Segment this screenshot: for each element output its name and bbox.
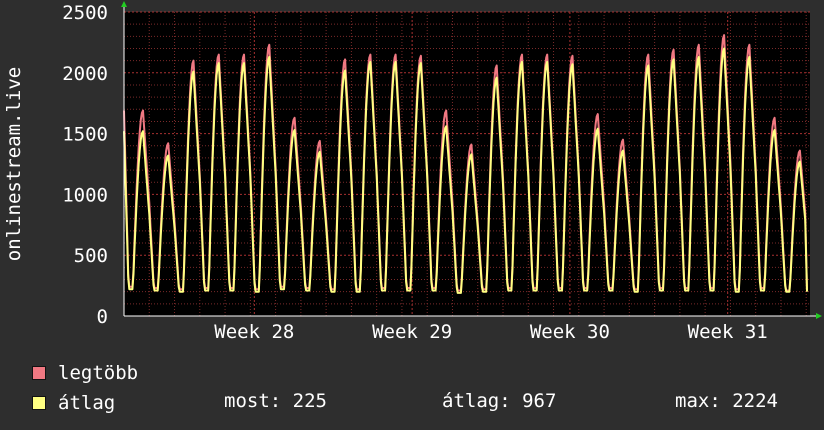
atlag-swatch [32, 396, 46, 410]
y-tick-label: 1500 [62, 124, 108, 146]
y-axis-label: onlinestream.live [3, 67, 25, 261]
y-tick-labels: 0 500 1000 1500 2000 2500 [62, 2, 108, 328]
legtobb-swatch [32, 366, 46, 380]
x-tick-label: Week 31 [688, 321, 768, 343]
legend-item-legtobb: legtöbb [32, 362, 138, 384]
x-tick-labels: Week 28 Week 29 Week 30 Week 31 [214, 321, 767, 343]
x-tick-label: Week 28 [214, 321, 294, 343]
stat-max: max: 2224 [675, 390, 778, 412]
x-tick-label: Week 29 [372, 321, 452, 343]
y-tick-label: 1000 [62, 184, 108, 206]
y-tick-label: 0 [97, 306, 108, 328]
legend-label-atlag: átlag [58, 392, 116, 414]
graph-root: 0 500 1000 1500 2000 2500 Week 28 Week 29 Week … [0, 0, 824, 430]
legend-label-legtobb: legtöbb [58, 362, 139, 384]
x-axis-arrow-icon [816, 313, 822, 319]
y-tick-label: 2500 [62, 2, 108, 24]
stat-atlag: átlag: 967 [442, 390, 557, 412]
x-tick-label: Week 30 [530, 321, 610, 343]
legend-item-atlag: átlag [32, 392, 115, 414]
plot-background [124, 12, 810, 316]
y-axis-arrow-icon [121, 1, 127, 7]
y-tick-label: 2000 [62, 63, 108, 85]
line-chart: 05001000150020002500 Week 28 Week 29 Week … [3, 1, 822, 343]
stat-most: most: 225 [224, 390, 327, 412]
y-tick-label: 500 [74, 245, 108, 267]
